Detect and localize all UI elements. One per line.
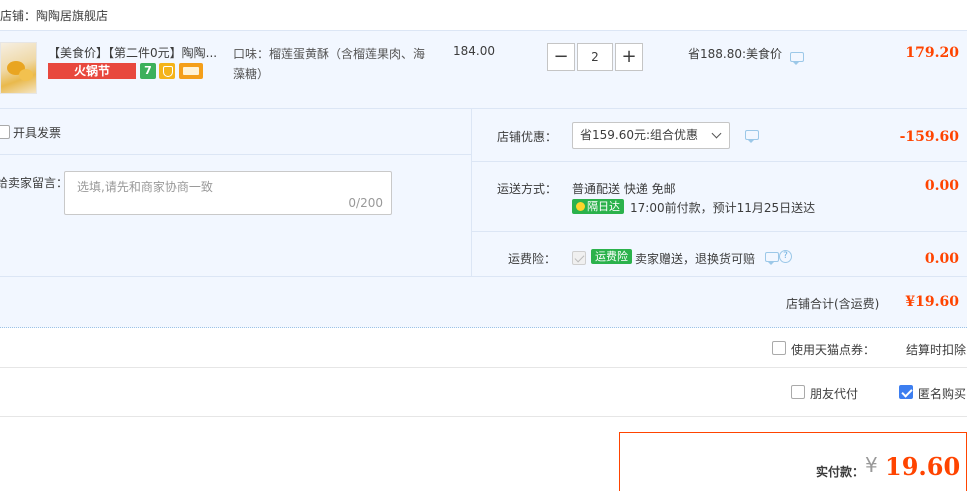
shipping-label: 运送方式： xyxy=(497,182,558,196)
store-discount-label: 店铺优惠： xyxy=(497,130,558,144)
shipping-amount: 0.00 xyxy=(924,178,959,194)
product-flavor: 口味：榴莲蛋黄酥（含榴莲果肉、海藻糖） xyxy=(233,47,426,81)
guarantee-icon[interactable] xyxy=(159,63,175,79)
message-label: 给卖家留言： xyxy=(0,176,69,190)
product-thumbnail[interactable] xyxy=(0,42,37,94)
shipping-eta: 17:00前付款，预计11月25日送达 xyxy=(630,201,816,215)
divider xyxy=(0,154,471,155)
divider xyxy=(472,231,967,232)
insurance-text: 卖家赠送，退换货可赔 xyxy=(635,252,756,266)
message-char-count: 0/200 xyxy=(348,196,383,210)
seller-message-textarea[interactable]: 选填,请先和商家协商一致 0/200 xyxy=(64,171,392,215)
invoice-label: 开具发票 xyxy=(13,126,62,140)
invoice-checkbox[interactable] xyxy=(0,125,10,139)
divider xyxy=(472,161,967,162)
payment-amount: 19.60 xyxy=(885,452,961,481)
friend-pay-label: 朋友代付 xyxy=(810,387,859,401)
credit-card-icon[interactable] xyxy=(179,63,203,79)
quantity-increase-button[interactable]: + xyxy=(615,43,643,71)
payment-summary-box: 实付款： ¥ 19.60 xyxy=(619,432,967,491)
store-discount-select[interactable]: 省159.60元:组合优惠 xyxy=(572,122,730,149)
insurance-label: 运费险： xyxy=(508,252,557,266)
chevron-down-icon xyxy=(711,128,722,139)
divider xyxy=(0,367,967,368)
payment-label: 实付款： xyxy=(816,465,865,479)
hotpot-festival-badge: 火锅节 xyxy=(48,63,136,79)
store-discount-value: 省159.60元:组合优惠 xyxy=(580,128,699,142)
item-subtotal: 179.20 xyxy=(905,45,959,61)
lightning-icon xyxy=(576,202,585,211)
product-title-link[interactable]: 【美食价】【第二件0元】陶陶... xyxy=(48,44,228,61)
store-name[interactable]: 店铺：陶陶居旗舰店 xyxy=(0,7,108,24)
options-divider xyxy=(471,108,472,276)
store-total-amount: ¥19.60 xyxy=(905,294,959,310)
friend-pay-checkbox[interactable] xyxy=(791,385,805,399)
divider xyxy=(0,416,967,417)
store-discount-amount: -159.60 xyxy=(899,129,959,145)
tmall-coupon-note: 结算时扣除 xyxy=(906,343,967,357)
insurance-checkbox[interactable] xyxy=(572,251,586,265)
next-day-delivery-badge: 隔日达 xyxy=(572,199,624,214)
payment-currency: ¥ xyxy=(865,453,878,477)
store-total-label: 店铺合计(含运费) xyxy=(786,297,880,311)
tmall-coupon-checkbox[interactable] xyxy=(772,341,786,355)
insurance-badge: 运费险 xyxy=(591,249,632,264)
message-placeholder: 选填,请先和商家协商一致 xyxy=(77,180,213,194)
item-saving-note: 省188.80:美食价 xyxy=(688,47,783,61)
shipping-method: 普通配送 快递 免邮 xyxy=(572,182,676,196)
unit-price: 184.00 xyxy=(453,44,495,58)
chat-bubble-icon[interactable] xyxy=(790,52,804,65)
quantity-input[interactable]: 2 xyxy=(577,43,613,71)
chat-bubble-icon[interactable] xyxy=(765,252,779,265)
quantity-decrease-button[interactable]: − xyxy=(547,43,575,71)
chat-bubble-icon[interactable] xyxy=(745,130,759,143)
seven-day-return-icon[interactable]: 7 xyxy=(140,63,156,79)
tmall-coupon-label: 使用天猫点券： xyxy=(791,343,876,357)
help-icon[interactable]: ? xyxy=(779,250,792,263)
next-day-badge-text: 隔日达 xyxy=(587,200,620,213)
anonymous-label: 匿名购买 xyxy=(918,387,967,401)
anonymous-checkbox[interactable] xyxy=(899,385,913,399)
insurance-amount: 0.00 xyxy=(924,251,959,267)
